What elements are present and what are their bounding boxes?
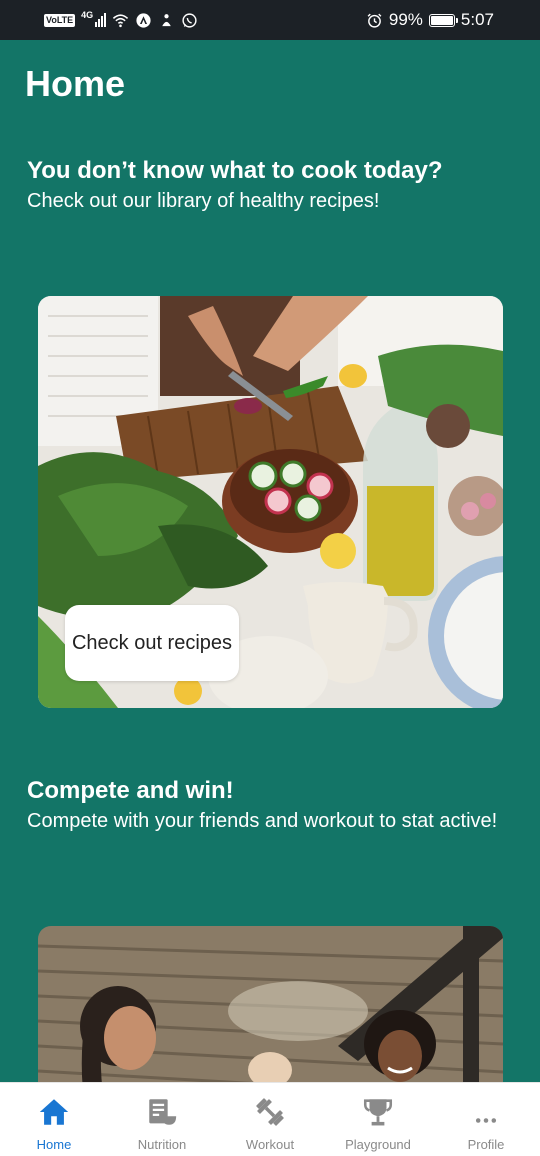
- compete-section-subtitle: Compete with your friends and workout to…: [27, 810, 498, 832]
- recipes-section-title: You don’t know what to cook today?: [27, 157, 443, 184]
- nav-item-playground[interactable]: Playground: [324, 1083, 432, 1156]
- battery-icon: [428, 13, 458, 27]
- wifi-icon: [113, 13, 129, 27]
- network-type: 4G: [81, 10, 94, 20]
- nutrition-icon: [149, 1099, 177, 1125]
- notification-icon: [162, 13, 171, 26]
- nav-label-nutrition: Nutrition: [137, 1137, 187, 1152]
- trophy-icon: [363, 1099, 393, 1126]
- status-left: VoLTE 4G: [44, 10, 198, 29]
- alarm-icon: [367, 13, 382, 28]
- volte-indicator: VoLTE: [44, 13, 76, 27]
- battery-percent: 99%: [388, 10, 423, 29]
- status-right: 99% 5:07: [366, 10, 494, 30]
- compete-section: Compete and win! Compete with your frien…: [27, 776, 507, 834]
- nav-item-profile[interactable]: Profile: [432, 1083, 540, 1156]
- compete-section-title: Compete and win!: [27, 777, 234, 804]
- nav-item-home[interactable]: Home: [0, 1083, 108, 1156]
- home-icon: [39, 1099, 69, 1125]
- app-notification-icon: [136, 12, 151, 28]
- page-title: Home: [25, 63, 126, 104]
- nav-label-home: Home: [36, 1137, 72, 1152]
- check-out-recipes-button[interactable]: Check out recipes: [65, 605, 239, 681]
- nav-label-playground: Playground: [345, 1137, 411, 1152]
- recipes-section-subtitle: Check out our library of healthy recipes…: [27, 190, 380, 212]
- nav-label-workout: Workout: [245, 1137, 295, 1152]
- clock: 5:07: [460, 10, 494, 29]
- signal-icon: [95, 13, 107, 27]
- nav-item-workout[interactable]: Workout: [216, 1083, 324, 1156]
- recipes-card-image[interactable]: Check out recipes: [38, 296, 503, 708]
- status-bar: VoLTE 4G 99% 5:07: [0, 0, 540, 40]
- nav-item-nutrition[interactable]: Nutrition: [108, 1083, 216, 1156]
- more-icon: [475, 1118, 497, 1123]
- dumbbell-icon: [256, 1098, 284, 1126]
- bottom-navigation: Home Nutrition Workout Playground Profil…: [0, 1082, 540, 1156]
- nav-label-profile: Profile: [467, 1137, 505, 1152]
- battery-level: [430, 15, 453, 25]
- whatsapp-icon: [182, 12, 197, 28]
- recipes-section: You don’t know what to cook today? Check…: [27, 156, 507, 214]
